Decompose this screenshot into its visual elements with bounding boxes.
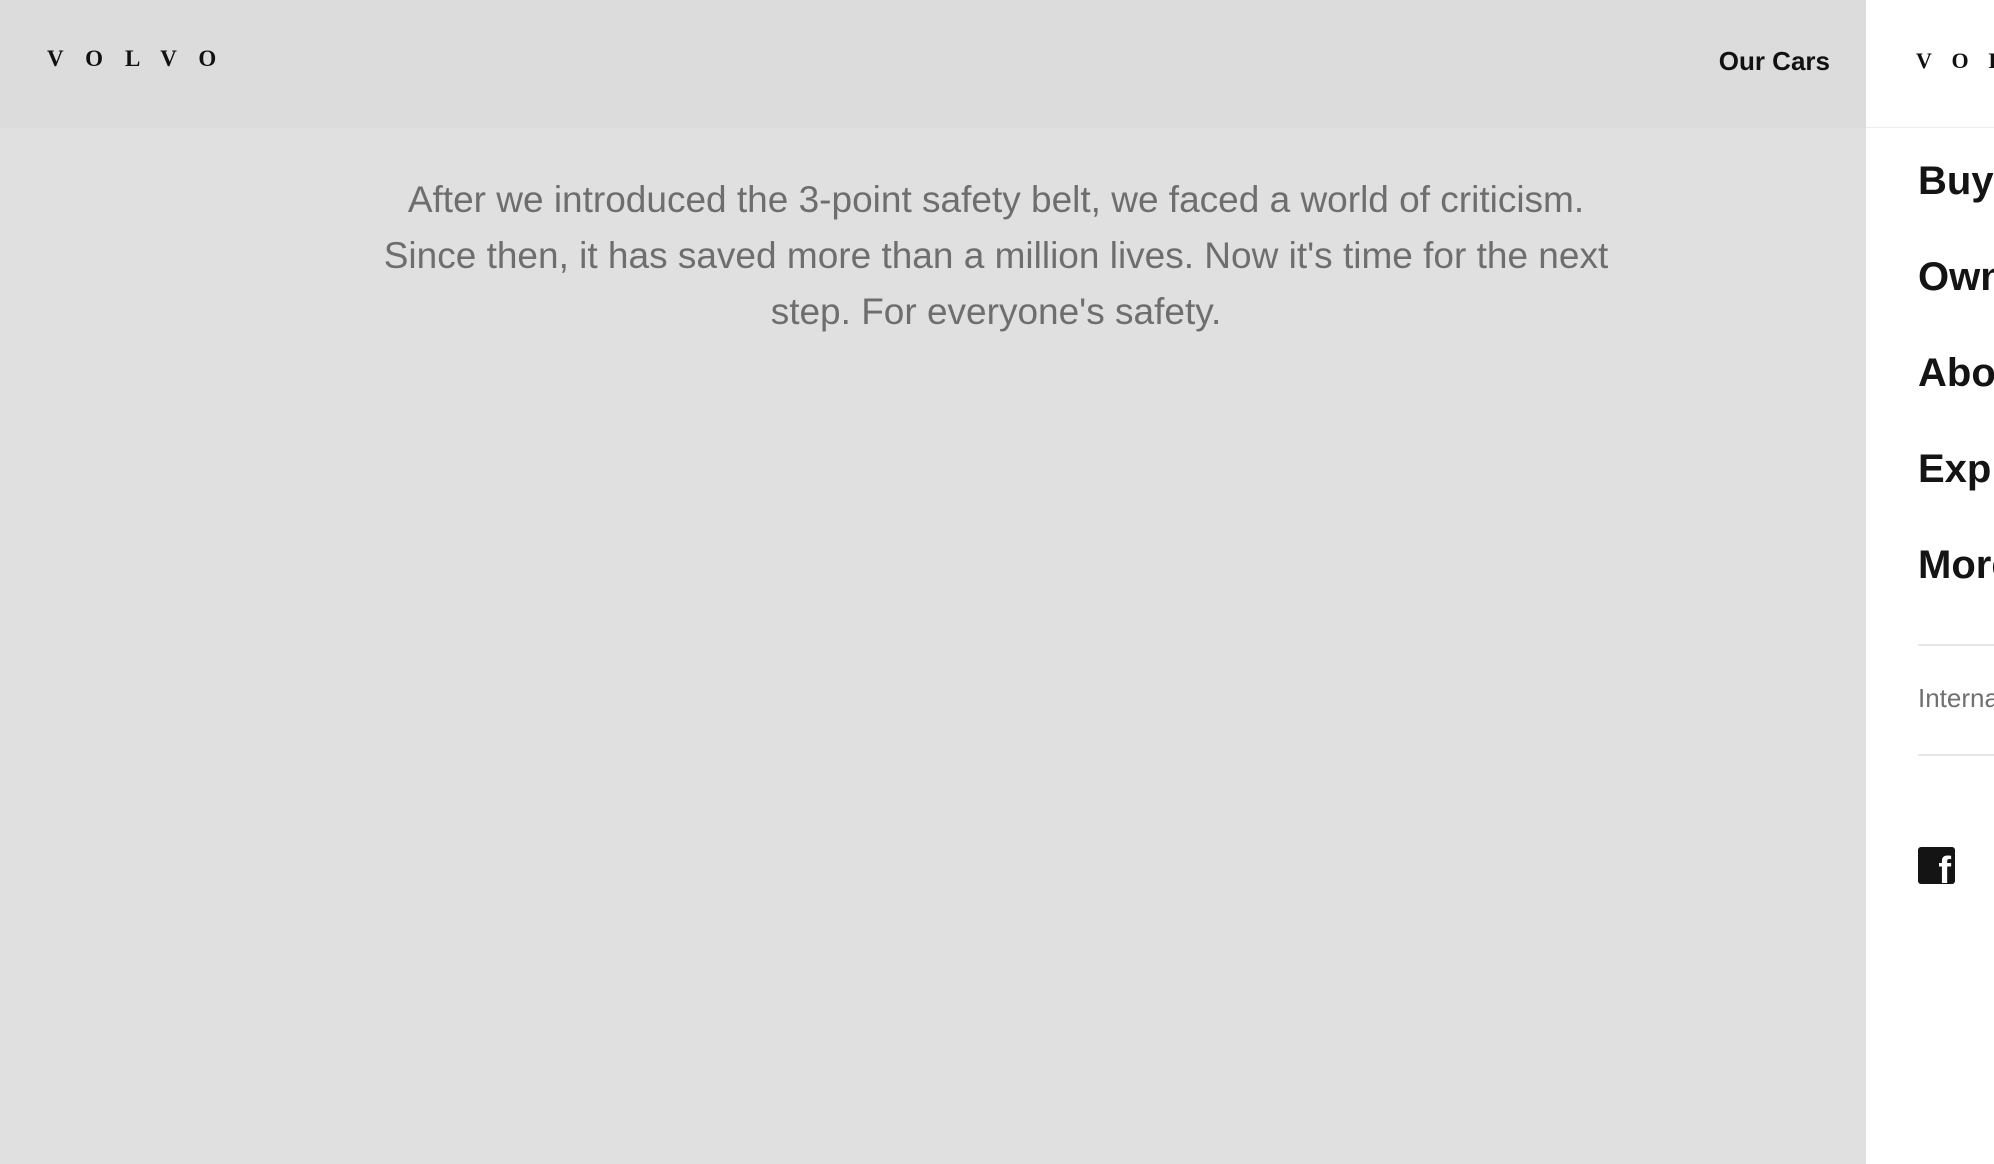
drawer-menu: Buy Own About Explore More — [1918, 150, 1994, 630]
drawer-volvo-logo[interactable]: VOLVO — [1916, 48, 1994, 74]
drawer-header: VOLVO — [1866, 0, 1994, 128]
volvo-logo[interactable]: VOLVO — [47, 46, 238, 72]
top-navigation-bar: VOLVO Our Cars — [0, 0, 1866, 128]
side-menu-drawer: VOLVO Buy Own About Explore More Interna… — [1866, 0, 1994, 1164]
drawer-divider-top — [1918, 644, 1994, 646]
international-link[interactable]: International — [1918, 683, 1994, 714]
main-content: VOLVO Our Cars After we introduced the 3… — [0, 0, 1866, 1164]
drawer-divider-bottom — [1918, 754, 1994, 756]
menu-item-more[interactable]: More — [1918, 534, 1994, 630]
page: VOLVO Our Cars After we introduced the 3… — [0, 0, 1994, 1164]
intro-text: After we introduced the 3-point safety b… — [383, 179, 1609, 332]
menu-item-about[interactable]: About — [1918, 342, 1994, 438]
our-cars-link[interactable]: Our Cars — [1719, 46, 1830, 77]
facebook-glyph: f — [1938, 850, 1951, 884]
facebook-icon[interactable]: f — [1918, 847, 1955, 884]
menu-item-buy[interactable]: Buy — [1918, 150, 1994, 246]
menu-item-own[interactable]: Own — [1918, 246, 1994, 342]
menu-item-explore[interactable]: Explore — [1918, 438, 1994, 534]
